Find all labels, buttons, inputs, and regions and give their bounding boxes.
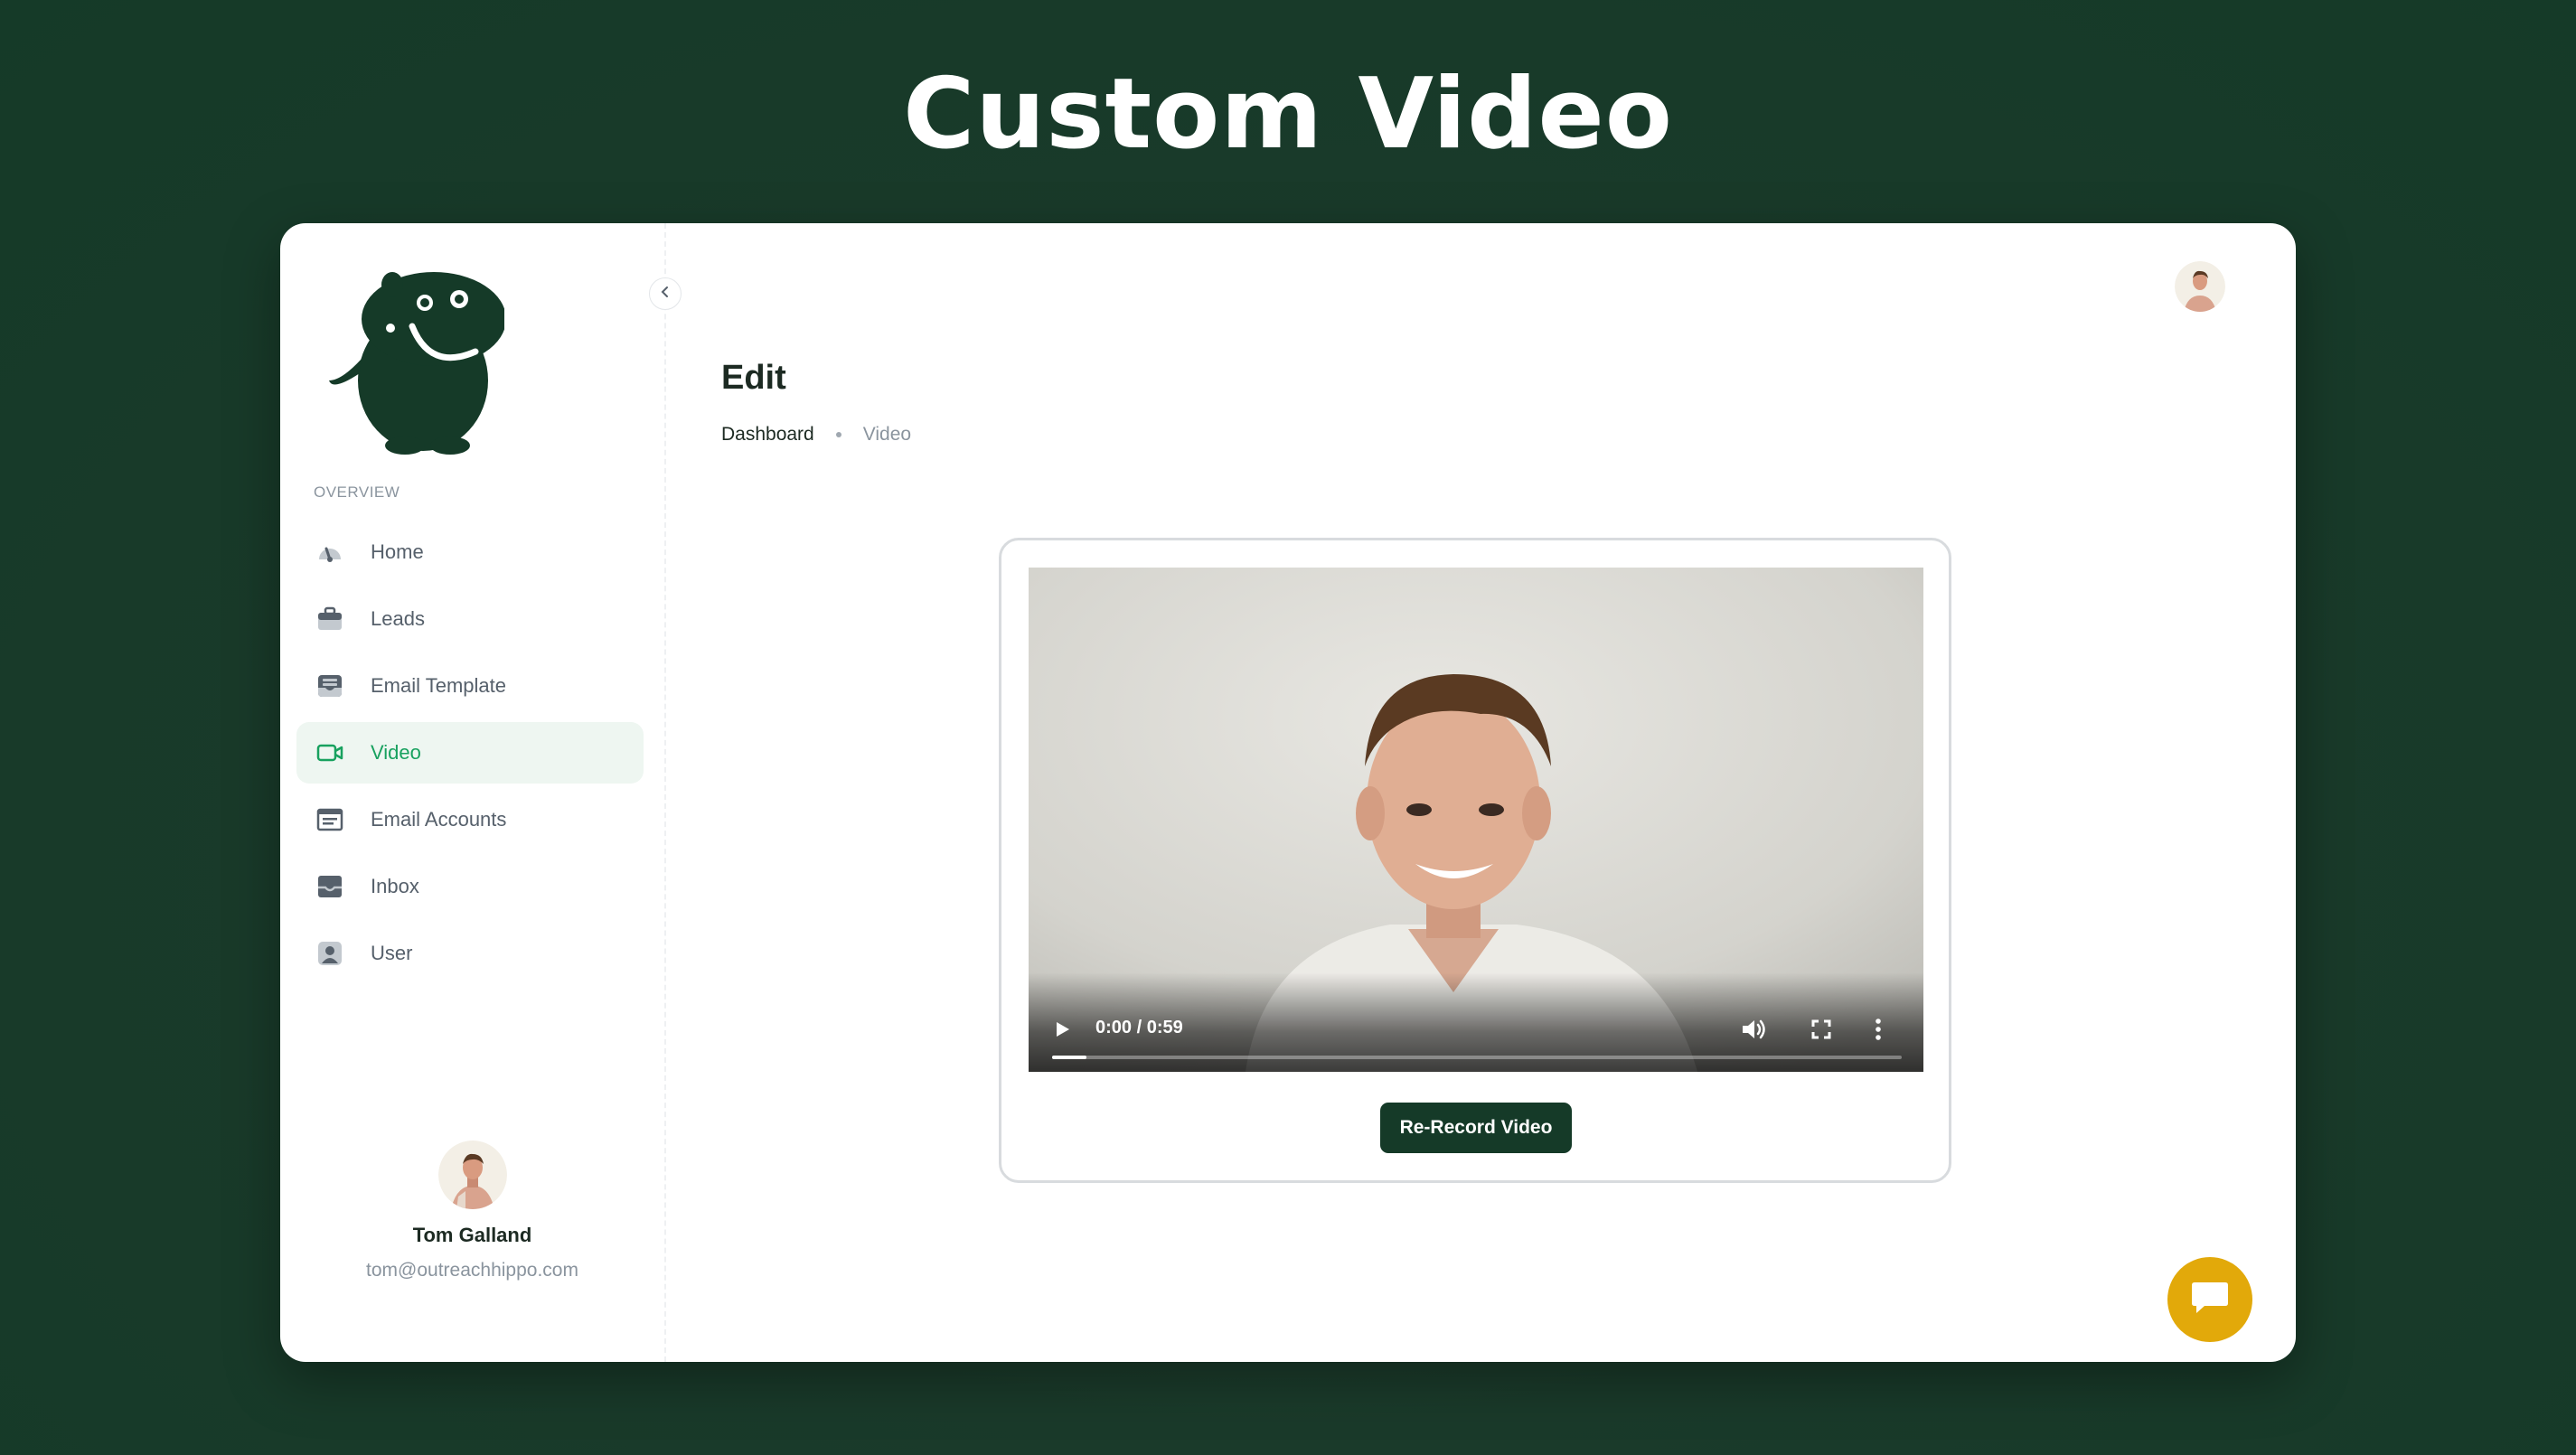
sidebar-item-label: Home bbox=[371, 540, 424, 563]
video-time: 0:00 / 0:59 bbox=[1095, 1018, 1183, 1037]
fullscreen-icon[interactable] bbox=[1811, 1019, 1831, 1039]
chat-widget-button[interactable] bbox=[2167, 1257, 2252, 1342]
video-progress-fill bbox=[1052, 1056, 1086, 1059]
video-progress-bar[interactable] bbox=[1052, 1056, 1902, 1059]
re-record-video-button[interactable]: Re-Record Video bbox=[1380, 1103, 1572, 1153]
sidebar-nav: Home Leads Email Template Video Email Ac… bbox=[296, 521, 644, 990]
breadcrumb-separator bbox=[835, 432, 841, 437]
profile-email: tom@outreachhippo.com bbox=[366, 1260, 578, 1281]
sidebar-item-home[interactable]: Home bbox=[296, 521, 644, 583]
sidebar-item-label: Email Accounts bbox=[371, 808, 507, 831]
chevron-left-icon bbox=[660, 286, 671, 303]
inbox-tray-icon bbox=[315, 671, 345, 701]
sidebar-item-user[interactable]: User bbox=[296, 923, 644, 984]
more-options-icon[interactable] bbox=[1875, 1018, 1882, 1041]
volume-icon[interactable] bbox=[1741, 1018, 1766, 1041]
sidebar-item-label: Video bbox=[371, 741, 421, 764]
sidebar-item-email-accounts[interactable]: Email Accounts bbox=[296, 789, 644, 850]
hero-title: Custom Video bbox=[903, 58, 1673, 171]
video-panel: 0:00 / 0:59 Re-Record Video bbox=[999, 538, 1951, 1183]
breadcrumb-dashboard-link[interactable]: Dashboard bbox=[721, 424, 814, 446]
card-list-icon bbox=[315, 804, 345, 835]
user-icon bbox=[315, 938, 345, 969]
sidebar-item-leads[interactable]: Leads bbox=[296, 588, 644, 650]
video-controls: 0:00 / 0:59 bbox=[1029, 972, 1923, 1072]
video-camera-icon bbox=[315, 737, 345, 768]
collapse-sidebar-button[interactable] bbox=[649, 277, 682, 310]
sidebar-item-email-template[interactable]: Email Template bbox=[296, 655, 644, 717]
section-label-overview: OVERVIEW bbox=[314, 483, 400, 501]
sidebar-profile: Tom Galland tom@outreachhippo.com bbox=[280, 1141, 664, 1281]
sidebar-item-label: Leads bbox=[371, 607, 425, 630]
sidebar-item-label: Inbox bbox=[371, 875, 419, 897]
sidebar-item-label: Email Template bbox=[371, 674, 506, 697]
sidebar-item-video[interactable]: Video bbox=[296, 722, 644, 784]
breadcrumb: Dashboard Video bbox=[721, 424, 911, 446]
sidebar-item-inbox[interactable]: Inbox bbox=[296, 856, 644, 917]
inbox-icon bbox=[315, 871, 345, 902]
profile-name: Tom Galland bbox=[412, 1224, 532, 1246]
briefcase-icon bbox=[315, 604, 345, 634]
play-icon[interactable] bbox=[1052, 1019, 1072, 1039]
chat-bubble-icon bbox=[2188, 1280, 2232, 1320]
app-window: OVERVIEW Home Leads Email Template Video… bbox=[280, 223, 2296, 1362]
breadcrumb-current: Video bbox=[862, 424, 912, 445]
gauge-icon bbox=[315, 537, 345, 568]
page-title: Edit bbox=[721, 359, 786, 397]
hippo-logo bbox=[329, 272, 504, 455]
account-avatar[interactable] bbox=[2175, 261, 2225, 312]
video-player[interactable]: 0:00 / 0:59 bbox=[1029, 568, 1923, 1072]
avatar[interactable] bbox=[437, 1141, 507, 1209]
sidebar: OVERVIEW Home Leads Email Template Video… bbox=[280, 223, 666, 1362]
sidebar-item-label: User bbox=[371, 942, 413, 964]
